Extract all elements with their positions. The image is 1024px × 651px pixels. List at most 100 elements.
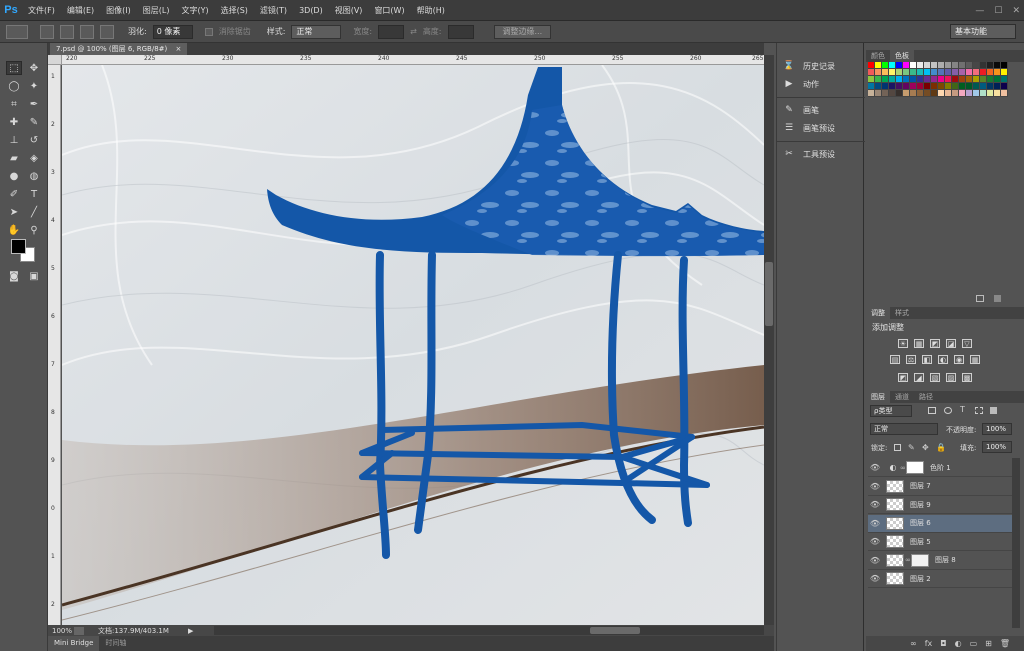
tab-color[interactable]: 颜色 <box>866 50 890 62</box>
tab-styles[interactable]: 样式 <box>890 307 914 319</box>
color-swatch[interactable] <box>1001 76 1008 83</box>
zoom-tool-icon[interactable]: ⚲ <box>26 223 42 237</box>
color-swatch[interactable] <box>1001 90 1008 97</box>
history-panel-button[interactable]: ⌛ 历史记录 <box>783 59 835 73</box>
color-swatch[interactable] <box>945 62 952 69</box>
minimize-button[interactable]: — <box>975 6 984 16</box>
brush-presets-panel-button[interactable]: ☰ 画笔预设 <box>783 121 835 135</box>
crop-tool-icon[interactable]: ⌗ <box>6 97 22 111</box>
color-swatch[interactable] <box>959 90 966 97</box>
color-swatch[interactable] <box>868 83 875 90</box>
color-swatch[interactable] <box>896 76 903 83</box>
color-swatch[interactable] <box>889 76 896 83</box>
color-swatch[interactable] <box>882 76 889 83</box>
tab-swatches[interactable]: 色板 <box>890 50 914 62</box>
paint-bucket-icon[interactable]: ◈ <box>26 151 42 165</box>
blend-mode-select[interactable]: 正常 <box>870 423 938 435</box>
color-swatch[interactable] <box>924 83 931 90</box>
color-swatch[interactable] <box>868 76 875 83</box>
visibility-eye-icon[interactable]: 👁 <box>868 556 882 565</box>
layer-row[interactable]: 👁 图层 5 <box>868 533 1012 551</box>
menu-window[interactable]: 窗口(W) <box>368 0 410 21</box>
status-info-icon[interactable] <box>74 626 84 635</box>
lock-transparent-icon[interactable] <box>894 444 901 451</box>
hand-tool-icon[interactable]: ✋ <box>6 223 22 237</box>
color-swatch[interactable] <box>980 83 987 90</box>
link-layers-icon[interactable]: ∞ <box>910 639 917 648</box>
eyedropper-icon[interactable]: ✒ <box>26 97 42 111</box>
color-swatch[interactable] <box>903 83 910 90</box>
delete-layer-icon[interactable]: 🗑 <box>1000 639 1010 648</box>
filter-shape-icon[interactable] <box>975 407 983 414</box>
layer-thumbnail[interactable] <box>886 516 904 530</box>
marquee-tool-preset-icon[interactable] <box>6 24 28 39</box>
color-swatch[interactable] <box>959 83 966 90</box>
color-swatch[interactable] <box>973 76 980 83</box>
history-brush-icon[interactable]: ↺ <box>26 133 42 147</box>
color-swatch[interactable] <box>910 69 917 76</box>
lock-all-icon[interactable]: 🔒 <box>936 443 946 452</box>
canvas-vertical-scrollbar[interactable] <box>764 55 774 625</box>
vertical-ruler[interactable]: 1 2 3 4 5 6 7 8 9 0 1 2 <box>48 65 61 625</box>
color-swatch[interactable] <box>889 83 896 90</box>
color-swatch[interactable] <box>938 69 945 76</box>
threshold-icon[interactable]: ▧ <box>930 373 940 382</box>
menu-type[interactable]: 文字(Y) <box>175 0 214 21</box>
visibility-eye-icon[interactable]: 👁 <box>868 500 882 509</box>
path-selection-icon[interactable]: ➤ <box>6 205 22 219</box>
color-swatch[interactable] <box>959 69 966 76</box>
color-swatch[interactable] <box>903 62 910 69</box>
color-swatch[interactable] <box>959 62 966 69</box>
close-tab-icon[interactable]: × <box>176 45 182 53</box>
color-swatch[interactable] <box>952 83 959 90</box>
color-swatch[interactable] <box>889 90 896 97</box>
menu-help[interactable]: 帮助(H) <box>411 0 451 21</box>
horizontal-scroll-thumb[interactable] <box>590 627 640 634</box>
filter-type-icon[interactable]: T <box>960 405 965 414</box>
color-swatch[interactable] <box>980 76 987 83</box>
maximize-button[interactable]: ☐ <box>994 6 1002 16</box>
color-swatch[interactable] <box>994 62 1001 69</box>
filter-pixel-icon[interactable] <box>928 407 936 414</box>
selective-color-icon[interactable]: ▩ <box>962 373 972 382</box>
style-select[interactable]: 正常 <box>291 24 342 39</box>
gradient-map-icon[interactable]: ▨ <box>946 373 956 382</box>
color-swatch[interactable] <box>1001 83 1008 90</box>
intersect-selection-icon[interactable] <box>100 24 114 39</box>
color-swatch[interactable] <box>903 69 910 76</box>
posterize-icon[interactable]: ◢ <box>914 373 924 382</box>
color-swatch[interactable] <box>868 62 875 69</box>
new-adjustment-icon[interactable]: ◐ <box>955 639 962 648</box>
color-swatch[interactable] <box>931 83 938 90</box>
color-swatch[interactable] <box>938 76 945 83</box>
color-swatch[interactable] <box>931 62 938 69</box>
layer-thumbnail[interactable] <box>886 479 904 493</box>
add-mask-icon[interactable]: ◘ <box>940 639 946 648</box>
color-swatch[interactable] <box>896 90 903 97</box>
color-swatch[interactable] <box>1001 62 1008 69</box>
brush-tool-icon[interactable]: ✎ <box>26 115 42 129</box>
color-swatch[interactable] <box>973 62 980 69</box>
color-swatch[interactable] <box>889 62 896 69</box>
layer-mask-thumbnail[interactable] <box>911 553 929 567</box>
zoom-level[interactable]: 100% <box>48 627 74 635</box>
color-swatch[interactable] <box>875 90 882 97</box>
curves-icon[interactable]: ◩ <box>930 339 940 348</box>
color-swatch[interactable] <box>910 76 917 83</box>
color-swatch[interactable] <box>924 69 931 76</box>
color-swatch[interactable] <box>889 69 896 76</box>
color-swatch[interactable] <box>952 76 959 83</box>
type-tool-icon[interactable]: T <box>26 187 42 201</box>
color-swatch[interactable] <box>945 76 952 83</box>
menu-layer[interactable]: 图层(L) <box>137 0 176 21</box>
visibility-eye-icon[interactable]: 👁 <box>868 537 882 546</box>
menu-file[interactable]: 文件(F) <box>22 0 61 21</box>
color-swatch[interactable] <box>882 62 889 69</box>
color-swatch[interactable] <box>966 83 973 90</box>
brush-panel-button[interactable]: ✎ 画笔 <box>783 103 819 117</box>
antialias-checkbox[interactable] <box>204 27 213 36</box>
color-swatch[interactable] <box>945 83 952 90</box>
menu-view[interactable]: 视图(V) <box>329 0 369 21</box>
color-swatch[interactable] <box>959 76 966 83</box>
width-input[interactable] <box>378 24 405 39</box>
